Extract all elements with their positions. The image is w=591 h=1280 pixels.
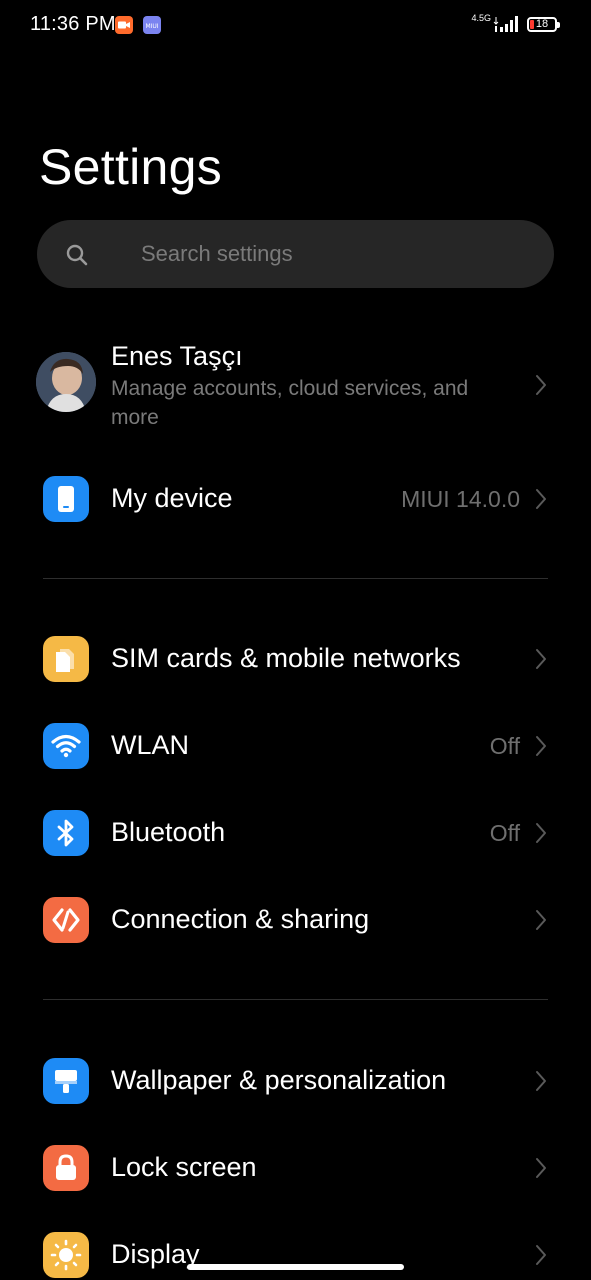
chevron-right-icon [536, 736, 546, 756]
settings-item-label: Connection & sharing [111, 904, 370, 934]
search-bar[interactable] [37, 220, 554, 288]
settings-item-my-device[interactable]: My device MIUI 14.0.0 [0, 476, 591, 522]
home-indicator[interactable] [187, 1264, 404, 1270]
chevron-right-icon [536, 375, 546, 395]
battery-icon: 18 [527, 16, 560, 32]
settings-item-label: SIM cards & mobile networks [111, 643, 461, 673]
settings-item-label: My device [111, 483, 233, 513]
brightness-icon [43, 1232, 89, 1278]
account-name: Enes Taşçı [111, 341, 243, 371]
status-bar: 11:36 PM MIUI 4.5G 18 [0, 0, 591, 52]
page-title: Settings [39, 139, 223, 195]
svg-text:MIUI: MIUI [145, 23, 158, 30]
battery-level-bar [530, 19, 534, 29]
divider [43, 578, 548, 579]
status-time: 11:36 PM [30, 13, 116, 35]
lock-icon [43, 1145, 89, 1191]
phone-icon [43, 476, 89, 522]
account-row[interactable]: Enes Taşçı Manage accounts, cloud servic… [0, 330, 591, 440]
chevron-right-icon [536, 1245, 546, 1265]
signal-icon [493, 16, 518, 32]
wallpaper-icon [43, 1058, 89, 1104]
search-icon [66, 244, 88, 266]
search-input[interactable] [141, 220, 541, 288]
bluetooth-icon [43, 810, 89, 856]
settings-item-value: Off [489, 733, 520, 759]
chevron-right-icon [536, 1158, 546, 1178]
settings-item-label: Wallpaper & personalization [111, 1065, 447, 1095]
settings-item-connection-sharing[interactable]: Connection & sharing [0, 897, 591, 943]
settings-item-label: WLAN [111, 730, 190, 760]
chevron-right-icon [536, 823, 546, 843]
settings-item-value: MIUI 14.0.0 [401, 486, 520, 512]
chevron-right-icon [536, 1071, 546, 1091]
settings-item-label: Bluetooth [111, 817, 226, 847]
battery-level: 18 [535, 18, 549, 30]
video-camera-icon [115, 16, 133, 34]
divider [43, 999, 548, 1000]
settings-item-lock-screen[interactable]: Lock screen [0, 1145, 591, 1191]
settings-item-label: Lock screen [111, 1152, 257, 1182]
settings-item-wlan[interactable]: WLAN Off [0, 723, 591, 769]
settings-item-sim-cards[interactable]: SIM cards & mobile networks [0, 636, 591, 682]
status-indicators: 4.5G 18 [471, 13, 560, 35]
sim-card-icon [43, 636, 89, 682]
settings-item-value: Off [489, 820, 520, 846]
network-type: 4.5G [471, 13, 491, 23]
settings-item-bluetooth[interactable]: Bluetooth Off [0, 810, 591, 856]
connection-sharing-icon [43, 897, 89, 943]
miui-icon: MIUI [143, 16, 161, 34]
chevron-right-icon [536, 649, 546, 669]
chevron-right-icon [536, 910, 546, 930]
chevron-right-icon [536, 489, 546, 509]
wifi-icon [43, 723, 89, 769]
avatar [36, 352, 96, 412]
settings-item-wallpaper[interactable]: Wallpaper & personalization [0, 1058, 591, 1104]
account-subtitle: Manage accounts, cloud services, and mor… [111, 377, 469, 429]
settings-item-display[interactable]: Display [0, 1232, 591, 1278]
